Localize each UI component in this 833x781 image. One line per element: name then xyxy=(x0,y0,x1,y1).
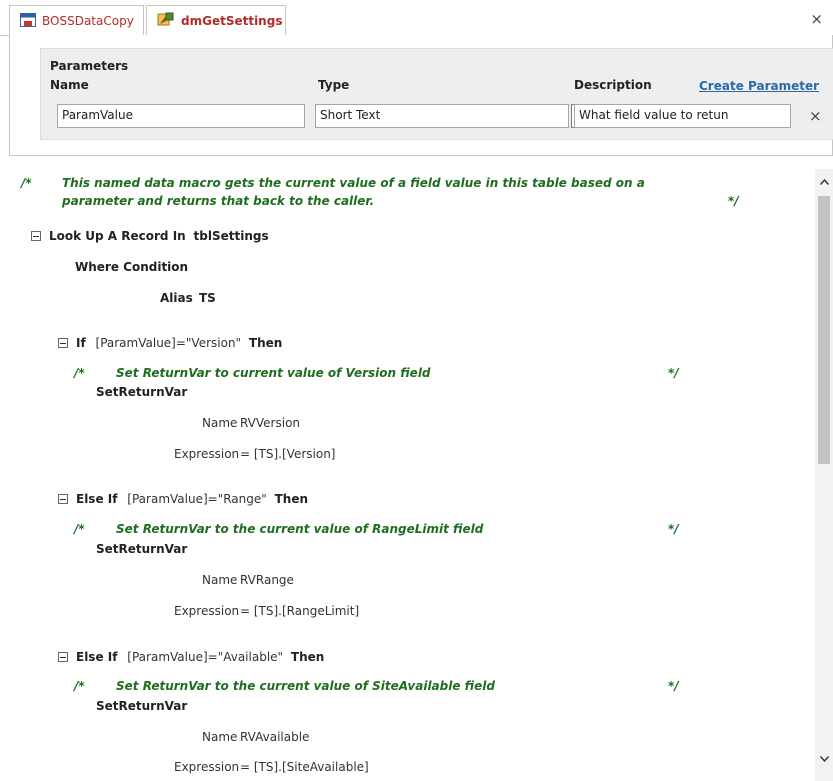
lookup-record-block[interactable]: Look Up A Record In tblSettings xyxy=(31,229,269,243)
expression-arg-value[interactable]: = [TS].[Version] xyxy=(240,447,335,461)
else-if-block-available[interactable]: Else If [ParamValue]="Available" Then xyxy=(58,650,324,664)
name-arg-value[interactable]: RVRange xyxy=(240,573,294,587)
collapse-icon[interactable] xyxy=(31,230,41,241)
name-arg-label: Name xyxy=(202,573,238,587)
comment-open-marker: /* xyxy=(74,679,85,693)
type-column-header: Type xyxy=(318,78,350,92)
parameter-type-select[interactable]: Short Text xyxy=(315,104,569,128)
setreturnvar-action[interactable]: SetReturnVar xyxy=(96,699,187,713)
comment-close-marker: */ xyxy=(668,679,679,693)
expression-arg-label: Expression xyxy=(174,447,240,461)
tab-bossdatacopy[interactable]: BOSSDataCopy xyxy=(9,5,144,36)
else-if-keyword: Else If xyxy=(76,650,118,664)
create-parameter-link[interactable]: Create Parameter xyxy=(699,79,819,93)
comment-close-marker: */ xyxy=(728,194,739,208)
comment-open-marker: /* xyxy=(74,366,85,380)
parameters-box: Parameters Name Type Description Create … xyxy=(40,48,833,140)
data-macro-icon xyxy=(157,11,175,30)
scrollbar-thumb[interactable] xyxy=(818,196,830,464)
expression-arg-label: Expression xyxy=(174,760,240,774)
block-comment[interactable]: Set ReturnVar to the current value of Si… xyxy=(116,679,495,693)
parameters-title: Parameters xyxy=(50,59,129,73)
expression-arg-value[interactable]: = [TS].[SiteAvailable] xyxy=(240,760,369,774)
macro-intro-comment-line2[interactable]: parameter and returns that back to the c… xyxy=(62,194,374,208)
parameter-description-field[interactable]: What field value to retun xyxy=(574,104,791,128)
setreturnvar-action[interactable]: SetReturnVar xyxy=(96,542,187,556)
document-tab-strip: BOSSDataCopy dmGetSettings × xyxy=(0,0,833,38)
close-icon[interactable]: × xyxy=(810,10,823,28)
if-condition[interactable]: [ParamValue]="Version" xyxy=(96,336,242,350)
macro-intro-comment[interactable]: This named data macro gets the current v… xyxy=(62,176,645,190)
name-arg-label: Name xyxy=(202,730,238,744)
tab-dmgetsettings[interactable]: dmGetSettings xyxy=(146,5,286,36)
name-arg-value[interactable]: RVAvailable xyxy=(240,730,309,744)
name-column-header: Name xyxy=(50,78,89,92)
name-arg-label: Name xyxy=(202,416,238,430)
comment-open-marker: /* xyxy=(74,522,85,536)
parameters-panel: Parameters Name Type Description Create … xyxy=(9,35,833,156)
lookup-keyword: Look Up A Record In xyxy=(49,229,186,243)
alias-value[interactable]: TS xyxy=(199,291,216,305)
expression-arg-label: Expression xyxy=(174,604,240,618)
collapse-icon[interactable] xyxy=(58,337,68,348)
alias-label: Alias xyxy=(160,291,193,305)
delete-parameter-icon[interactable]: × xyxy=(809,107,822,125)
setreturnvar-action[interactable]: SetReturnVar xyxy=(96,385,187,399)
else-if-condition[interactable]: [ParamValue]="Range" xyxy=(127,492,266,506)
tab-label: dmGetSettings xyxy=(181,13,283,28)
comment-open-marker: /* xyxy=(21,176,32,190)
if-block-version[interactable]: If [ParamValue]="Version" Then xyxy=(58,336,282,350)
else-if-condition[interactable]: [ParamValue]="Available" xyxy=(127,650,283,664)
tab-label: BOSSDataCopy xyxy=(42,14,134,28)
where-condition-label[interactable]: Where Condition xyxy=(75,260,188,274)
then-keyword: Then xyxy=(274,492,309,506)
table-icon xyxy=(20,12,36,30)
block-comment[interactable]: Set ReturnVar to current value of Versio… xyxy=(116,366,431,380)
collapse-icon[interactable] xyxy=(58,651,68,662)
vertical-scrollbar[interactable] xyxy=(815,169,833,781)
comment-close-marker: */ xyxy=(668,366,679,380)
block-comment[interactable]: Set ReturnVar to the current value of Ra… xyxy=(116,522,483,536)
collapse-icon[interactable] xyxy=(58,493,68,504)
name-arg-value[interactable]: RVVersion xyxy=(240,416,300,430)
parameter-name-field[interactable]: ParamValue xyxy=(57,104,305,128)
comment-close-marker: */ xyxy=(668,522,679,536)
macro-designer: /* This named data macro gets the curren… xyxy=(9,156,833,781)
lookup-table: tblSettings xyxy=(193,229,269,243)
scroll-down-icon[interactable] xyxy=(815,750,833,768)
scroll-up-icon[interactable] xyxy=(815,173,833,191)
if-keyword: If xyxy=(76,336,86,350)
description-column-header: Description xyxy=(574,78,652,92)
expression-arg-value[interactable]: = [TS].[RangeLimit] xyxy=(240,604,359,618)
else-if-keyword: Else If xyxy=(76,492,118,506)
then-keyword: Then xyxy=(290,650,325,664)
else-if-block-range[interactable]: Else If [ParamValue]="Range" Then xyxy=(58,492,308,506)
then-keyword: Then xyxy=(248,336,283,350)
